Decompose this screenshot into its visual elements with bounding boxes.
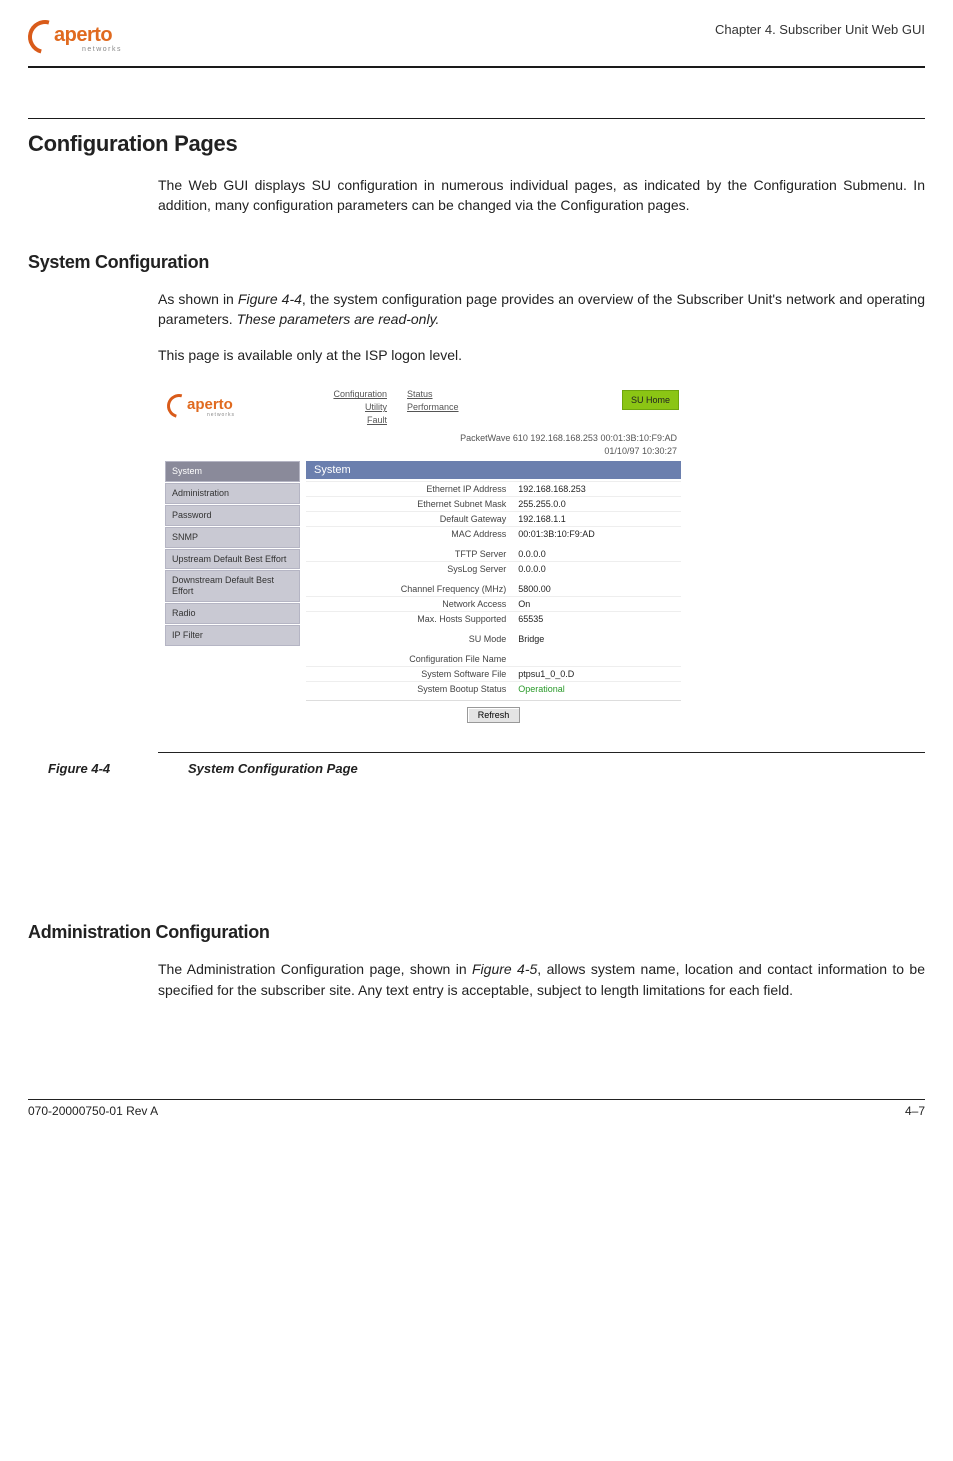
row-label: Network Access [306,597,512,612]
refresh-button[interactable]: Refresh [467,707,521,723]
readonly-note: These parameters are read-only. [237,311,440,327]
sidebar-item-system[interactable]: System [165,461,300,482]
row-value: Operational [512,682,681,697]
content-panel: System Ethernet IP Address192.168.168.25… [306,461,681,727]
sidebar-item-snmp[interactable]: SNMP [165,527,300,548]
footer-right: 4–7 [905,1104,925,1118]
row-value: 65535 [512,612,681,629]
section-rule [28,118,925,119]
nav-link-status[interactable]: Status [407,388,477,401]
figref-4-4: Figure 4-4 [238,291,302,307]
row-value: 00:01:3B:10:F9:AD [512,527,681,544]
sysconf-p1: As shown in Figure 4-4, the system confi… [158,289,925,330]
figref-4-5: Figure 4-5 [472,961,537,977]
status-line-1: PacketWave 610 192.168.168.253 00:01:3B:… [159,432,677,445]
ss-body: System Administration Password SNMP Upst… [159,459,687,735]
sidebar-item-administration[interactable]: Administration [165,483,300,504]
nav-link-performance[interactable]: Performance [407,401,477,414]
sidebar-item-upstream[interactable]: Upstream Default Best Effort [165,549,300,570]
row-value: 0.0.0.0 [512,543,681,562]
ss-logo: aperto networks [167,392,257,422]
page-footer: 070-20000750-01 Rev A 4–7 [28,1099,925,1118]
nav-col-1: Configuration Utility Fault [317,388,387,426]
row-label: System Software File [306,667,512,682]
row-value: 0.0.0.0 [512,562,681,579]
row-label: TFTP Server [306,543,512,562]
status-line-2: 01/10/97 10:30:27 [159,445,677,458]
logo-text: aperto [54,24,112,47]
screenshot: aperto networks Configuration Utility Fa… [158,381,688,736]
row-label: MAC Address [306,527,512,544]
row-label: Configuration File Name [306,648,512,667]
row-label: Max. Hosts Supported [306,612,512,629]
row-label: System Bootup Status [306,682,512,697]
figure-caption: Figure 4-4 System Configuration Page [48,761,925,776]
row-value: 192.168.168.253 [512,482,681,497]
row-value: ptpsu1_0_0.D [512,667,681,682]
table-row: Ethernet IP Address192.168.168.253 [306,482,681,497]
footer-left: 070-20000750-01 Rev A [28,1104,158,1118]
sysconf-heading: System Configuration [28,252,925,273]
ss-logo-text: aperto [187,396,233,413]
refresh-row: Refresh [306,700,681,727]
admin-p1: The Administration Configuration page, s… [158,959,925,1000]
table-row: Default Gateway192.168.1.1 [306,512,681,527]
table-row: Ethernet Subnet Mask255.255.0.0 [306,497,681,512]
sidebar-item-password[interactable]: Password [165,505,300,526]
table-row: Max. Hosts Supported65535 [306,612,681,629]
row-value: On [512,597,681,612]
ss-topbar: aperto networks Configuration Utility Fa… [159,382,687,428]
su-home-button[interactable]: SU Home [622,390,679,410]
table-row: System Software Fileptpsu1_0_0.D [306,667,681,682]
nav-col-2: Status Performance [407,388,477,426]
logo: aperto networks [28,18,148,60]
nav-link-configuration[interactable]: Configuration [317,388,387,401]
table-row: TFTP Server0.0.0.0 [306,543,681,562]
row-label: Channel Frequency (MHz) [306,578,512,597]
sidebar: System Administration Password SNMP Upst… [165,461,300,727]
nav-columns: Configuration Utility Fault Status Perfo… [317,388,622,426]
admin-p1a: The Administration Configuration page, s… [158,961,472,977]
section-intro: The Web GUI displays SU configuration in… [158,175,925,216]
table-row: MAC Address00:01:3B:10:F9:AD [306,527,681,544]
header-rule [28,66,925,68]
row-value: Bridge [512,628,681,648]
screenshot-container: aperto networks Configuration Utility Fa… [158,381,925,736]
row-value: 5800.00 [512,578,681,597]
chapter-label: Chapter 4. Subscriber Unit Web GUI [715,22,925,37]
row-label: Ethernet Subnet Mask [306,497,512,512]
table-row: Channel Frequency (MHz)5800.00 [306,578,681,597]
row-value: 255.255.0.0 [512,497,681,512]
row-label: Ethernet IP Address [306,482,512,497]
sidebar-item-ipfilter[interactable]: IP Filter [165,625,300,646]
sysconf-p2: This page is available only at the ISP l… [158,345,925,365]
row-value [512,648,681,667]
sysconf-p1a: As shown in [158,291,238,307]
sidebar-item-downstream[interactable]: Downstream Default Best Effort [165,570,300,602]
status-line: PacketWave 610 192.168.168.253 00:01:3B:… [159,428,687,459]
table-row: SysLog Server0.0.0.0 [306,562,681,579]
admin-heading: Administration Configuration [28,922,925,943]
sidebar-item-radio[interactable]: Radio [165,603,300,624]
row-label: Default Gateway [306,512,512,527]
logo-subtext: networks [82,46,122,53]
figure-caption-rule [158,752,925,753]
row-label: SU Mode [306,628,512,648]
page-header: aperto networks Chapter 4. Subscriber Un… [28,18,925,60]
system-table: Ethernet IP Address192.168.168.253Ethern… [306,481,681,696]
ss-logo-sub: networks [207,412,235,418]
table-row: SU ModeBridge [306,628,681,648]
content-title: System [306,461,681,479]
operational-status: Operational [518,684,565,694]
nav-link-utility[interactable]: Utility [317,401,387,414]
nav-link-fault[interactable]: Fault [317,414,387,427]
figure-title: System Configuration Page [188,761,358,776]
row-value: 192.168.1.1 [512,512,681,527]
figure-number: Figure 4-4 [48,761,128,776]
section-heading: Configuration Pages [28,131,925,157]
table-row: Network AccessOn [306,597,681,612]
table-row: Configuration File Name [306,648,681,667]
row-label: SysLog Server [306,562,512,579]
table-row: System Bootup Status Operational [306,682,681,697]
